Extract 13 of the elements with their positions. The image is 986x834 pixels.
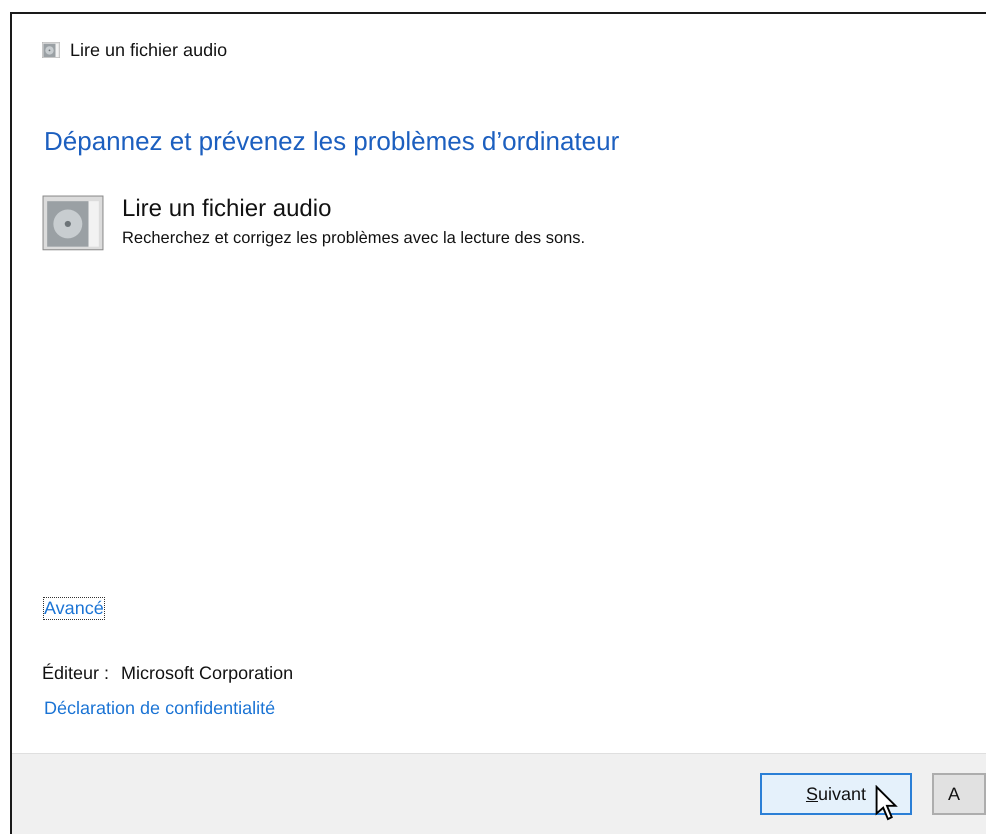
privacy-link[interactable]: Déclaration de confidentialité (44, 698, 276, 719)
advanced-link[interactable]: Avancé (44, 598, 104, 619)
publisher-label: Éditeur : (42, 663, 110, 684)
cursor-icon (874, 785, 900, 821)
cancel-button[interactable]: A (932, 773, 986, 815)
audio-file-icon (42, 195, 104, 251)
next-button[interactable]: Suivant (760, 773, 912, 815)
audio-file-icon (42, 42, 60, 58)
window-title: Lire un fichier audio (70, 40, 228, 60)
troubleshooter-description: Recherchez et corrigez les problèmes avec la lecture des sons. (122, 229, 586, 248)
troubleshooter-title[interactable]: Lire un fichier audio (122, 195, 586, 223)
page-heading: Dépannez et prévenez les problèmes d’ordinateur (44, 126, 620, 157)
publisher-name: Microsoft Corporation (121, 663, 294, 684)
